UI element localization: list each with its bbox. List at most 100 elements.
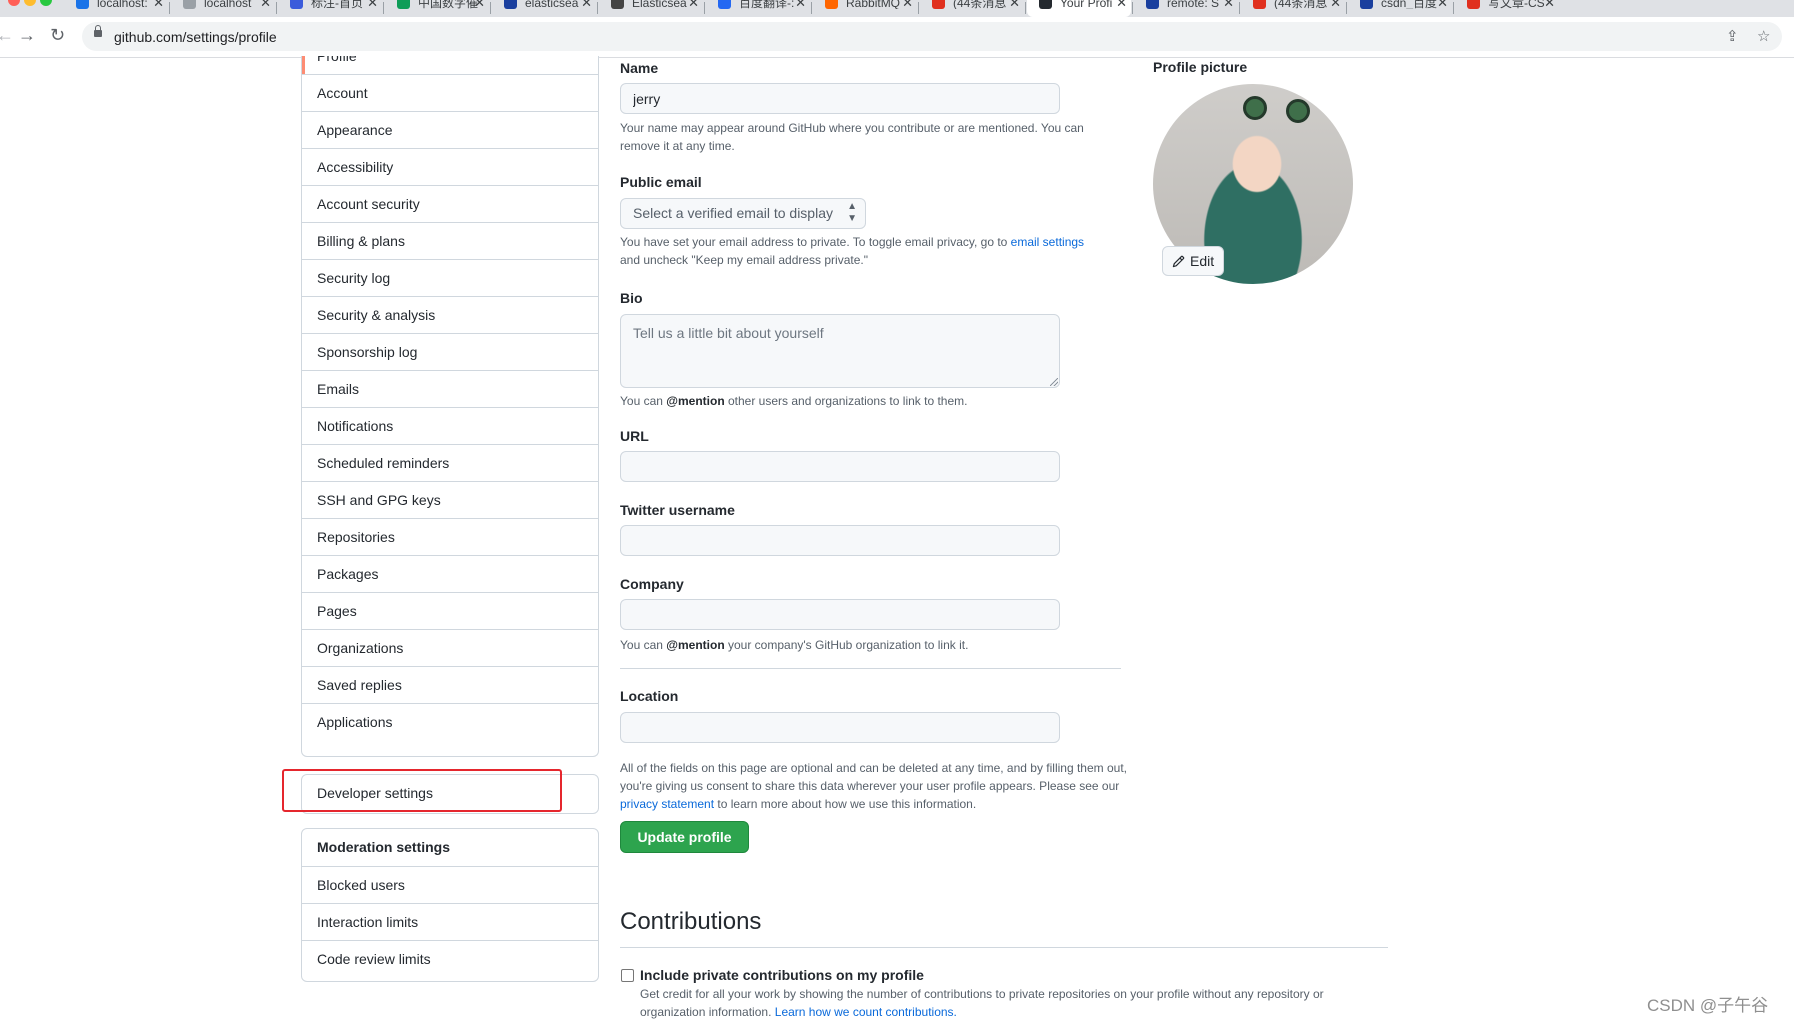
sidebar-item-ssh-and-gpg-keys[interactable]: SSH and GPG keys (302, 481, 598, 518)
moderation-settings-heading: Moderation settings (317, 839, 451, 855)
tab-close-icon[interactable]: ✕ (1330, 0, 1341, 9)
sidebar-item-pages[interactable]: Pages (302, 592, 598, 629)
bio-note-prefix: You can (620, 394, 663, 408)
browser-tab[interactable]: localhost: ✕ (64, 0, 168, 17)
twitter-input[interactable] (620, 525, 1060, 556)
tab-close-icon[interactable]: ✕ (688, 0, 699, 9)
sidebar-item-notifications[interactable]: Notifications (302, 407, 598, 444)
sidebar-item-emails[interactable]: Emails (302, 370, 598, 407)
browser-tab[interactable]: 写文章-CS ✕ (1455, 0, 1559, 17)
sidebar-item-applications[interactable]: Applications (302, 703, 598, 740)
sidebar-item-security-analysis[interactable]: Security & analysis (302, 296, 598, 333)
email-note-suffix: and uncheck "Keep my email address priva… (620, 253, 868, 267)
name-input[interactable] (620, 83, 1060, 114)
name-note: Your name may appear around GitHub where… (620, 121, 1084, 153)
address-bar[interactable]: github.com/settings/profile ⇪ ☆ (82, 22, 1782, 51)
learn-contributions-link[interactable]: Learn how we count contributions. (775, 1005, 957, 1019)
bookmark-star-icon[interactable]: ☆ (1757, 27, 1770, 45)
browser-tab[interactable]: elasticsea ✕ (492, 0, 596, 17)
tab-close-icon[interactable]: ✕ (581, 0, 592, 9)
sidebar-item-profile[interactable]: Profile (302, 56, 598, 74)
tab-label: (44条消息 (1274, 0, 1328, 9)
name-label: Name (620, 60, 659, 76)
browser-tab[interactable]: 百度翻译-: ✕ (706, 0, 810, 17)
tab-close-icon[interactable]: ✕ (1437, 0, 1448, 9)
private-contributions-label[interactable]: Include private contributions on my prof… (640, 967, 924, 983)
lock-icon (94, 25, 102, 37)
watermark: CSDN @子午谷 (1647, 996, 1769, 1015)
tab-close-icon[interactable]: ✕ (367, 0, 378, 9)
optional-note-suffix: to learn more about how we use this info… (717, 797, 977, 811)
tab-close-icon[interactable]: ✕ (1223, 0, 1234, 9)
privacy-statement-link[interactable]: privacy statement (620, 797, 714, 811)
bio-textarea[interactable]: Tell us a little bit about yourself (620, 314, 1060, 388)
back-arrow-icon[interactable]: ← (0, 25, 14, 46)
sidebar-item-packages[interactable]: Packages (302, 555, 598, 592)
sidebar-item-account[interactable]: Account (302, 74, 598, 111)
sidebar-item-appearance[interactable]: Appearance (302, 111, 598, 148)
browser-tab[interactable]: localhost ✕ (171, 0, 275, 17)
private-contributions-checkbox[interactable] (621, 969, 634, 982)
tab-label: Your Profi (1060, 0, 1113, 9)
sidebar-item-repositories[interactable]: Repositories (302, 518, 598, 555)
sidebar-item-scheduled-reminders[interactable]: Scheduled reminders (302, 444, 598, 481)
email-settings-link[interactable]: email settings (1011, 235, 1084, 249)
browser-toolbar: ← → ↻ github.com/settings/profile ⇪ ☆ (0, 17, 1794, 58)
tab-close-icon[interactable]: ✕ (260, 0, 271, 9)
tab-close-icon[interactable]: ✕ (1009, 0, 1020, 9)
tab-separator (276, 2, 277, 14)
resize-grip-icon[interactable] (1050, 378, 1058, 386)
browser-tab[interactable]: csdn_百度 ✕ (1348, 0, 1452, 17)
bio-note: You can @mention other users and organiz… (620, 392, 967, 410)
sidebar-item-security-log[interactable]: Security log (302, 259, 598, 296)
company-note: You can @mention your company's GitHub o… (620, 636, 968, 654)
sidebar-item-saved-replies[interactable]: Saved replies (302, 666, 598, 703)
window-close-icon[interactable] (8, 0, 20, 6)
update-profile-button[interactable]: Update profile (620, 821, 749, 853)
share-icon[interactable]: ⇪ (1726, 27, 1739, 45)
tab-close-icon[interactable]: ✕ (1116, 0, 1127, 9)
mention-text: @mention (666, 394, 725, 408)
sidebar-item-blocked-users[interactable]: Blocked users (302, 866, 598, 903)
forward-arrow-icon[interactable]: → (18, 25, 36, 46)
browser-tab[interactable]: (44条消息 ✕ (920, 0, 1024, 17)
tab-separator (1346, 2, 1347, 14)
edit-avatar-label: Edit (1190, 253, 1215, 269)
sidebar-item-organizations[interactable]: Organizations (302, 629, 598, 666)
tab-close-icon[interactable]: ✕ (474, 0, 485, 9)
company-note-suffix: your company's GitHub organization to li… (728, 638, 969, 652)
url-input[interactable] (620, 451, 1060, 482)
tab-label: 标注-首页 (311, 0, 363, 9)
reload-icon[interactable]: ↻ (50, 25, 65, 46)
sidebar-item-account-security[interactable]: Account security (302, 185, 598, 222)
window-minimize-icon[interactable] (24, 0, 36, 6)
browser-tab[interactable]: 中国数字催 ✕ (385, 0, 489, 17)
tab-separator (1025, 2, 1026, 14)
company-input[interactable] (620, 599, 1060, 630)
browser-tab[interactable]: Elasticsea ✕ (599, 0, 703, 17)
sidebar-item-sponsorship-log[interactable]: Sponsorship log (302, 333, 598, 370)
location-label: Location (620, 688, 679, 704)
tab-close-icon[interactable]: ✕ (153, 0, 164, 9)
public-email-select[interactable]: Select a verified email to display ▲ ▼ (620, 198, 866, 229)
window-zoom-icon[interactable] (40, 0, 52, 6)
browser-tab[interactable]: RabbitMQ ✕ (813, 0, 917, 17)
sidebar-item-code-review-limits[interactable]: Code review limits (302, 940, 598, 977)
sidebar-item-accessibility[interactable]: Accessibility (302, 148, 598, 185)
location-input[interactable] (620, 712, 1060, 743)
tab-close-icon[interactable]: ✕ (902, 0, 913, 9)
sidebar-item-billing-plans[interactable]: Billing & plans (302, 222, 598, 259)
company-note-prefix: You can (620, 638, 663, 652)
browser-tab[interactable]: 标注-首页 ✕ (278, 0, 382, 17)
tab-label: 中国数字催 (418, 0, 479, 9)
tab-label: 百度翻译-: (739, 0, 795, 9)
tab-close-icon[interactable]: ✕ (795, 0, 806, 9)
edit-avatar-button[interactable]: Edit (1162, 246, 1224, 276)
tab-favicon-icon (183, 0, 196, 9)
tab-close-icon[interactable]: ✕ (1544, 0, 1555, 9)
sidebar-item-interaction-limits[interactable]: Interaction limits (302, 903, 598, 940)
browser-tab[interactable]: Your Profi ✕ (1027, 0, 1131, 17)
address-url[interactable]: github.com/settings/profile (114, 29, 277, 45)
browser-tab[interactable]: remote: S ✕ (1134, 0, 1238, 17)
browser-tab[interactable]: (44条消息 ✕ (1241, 0, 1345, 17)
